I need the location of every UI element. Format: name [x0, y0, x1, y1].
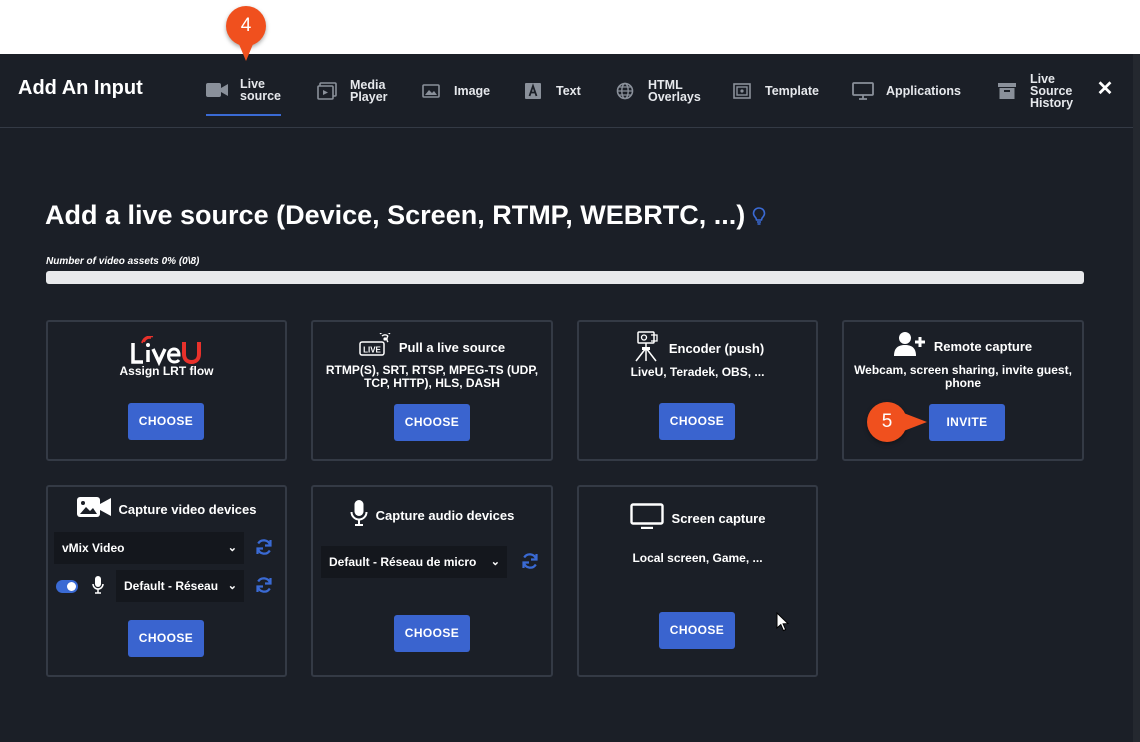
audio-choose-button[interactable]: CHOOSE — [394, 615, 470, 652]
refresh-icon[interactable] — [255, 576, 273, 594]
live-broadcast-icon: LIVE — [359, 331, 391, 362]
add-user-icon — [893, 331, 926, 362]
card-title: Pull a live source — [398, 340, 506, 355]
tripod-camera-icon — [631, 330, 661, 367]
card-title: Screen capture — [671, 511, 766, 526]
tab-label: Text — [556, 84, 581, 98]
tab-label: Template — [765, 84, 819, 98]
microphone-icon — [92, 576, 104, 599]
svg-text:LIVE: LIVE — [363, 346, 381, 355]
liveu-choose-button[interactable]: CHOOSE — [128, 403, 204, 440]
tab-label: Applications — [886, 84, 962, 98]
step-marker-5: 5 — [867, 402, 927, 442]
chevron-down-icon: ⌄ — [227, 580, 237, 592]
card-screen-capture: Screen capture Local screen, Game, ... C… — [577, 485, 818, 677]
progress-label: Number of video assets 0% (0\8) — [46, 256, 200, 267]
microphone-icon — [350, 500, 368, 531]
card-header: Screen capture — [579, 503, 816, 534]
tab-template[interactable]: Template — [731, 66, 819, 116]
encoder-choose-button[interactable]: CHOOSE — [659, 403, 735, 440]
lightbulb-icon[interactable] — [752, 207, 766, 230]
video-device-select[interactable]: vMix Video ⌄ — [54, 532, 244, 564]
scrollbar[interactable] — [1133, 54, 1140, 742]
video-camera-icon — [76, 495, 111, 524]
card-header: LIVE Pull a live source — [313, 331, 551, 362]
tab-label: HTML Overlays — [648, 78, 701, 104]
chevron-down-icon: ⌄ — [227, 542, 237, 554]
card-title: Encoder (push) — [668, 341, 765, 356]
card-header: Capture audio devices — [313, 500, 551, 531]
card-header: Encoder (push) — [579, 330, 816, 367]
template-icon — [731, 80, 753, 102]
add-input-modal: Add An Input Live source Media Player Im… — [0, 54, 1140, 742]
audio-device-select[interactable]: Default - Réseau ⌄ — [116, 570, 244, 602]
archive-icon — [996, 80, 1018, 102]
select-value: Default - Réseau de micro — [329, 555, 477, 569]
audio-toggle[interactable] — [56, 580, 78, 593]
card-subtitle: Local screen, Game, ... — [632, 551, 763, 565]
card-title: Capture audio devices — [375, 508, 515, 523]
camera-icon — [206, 79, 228, 101]
invite-button[interactable]: INVITE — [929, 404, 1005, 441]
card-encoder-push: Encoder (push) LiveU, Teradek, OBS, ... … — [577, 320, 818, 461]
card-header: Capture video devices — [48, 495, 285, 524]
chevron-down-icon: ⌄ — [490, 556, 500, 568]
card-pull-live-source: LIVE Pull a live source RTMP(S), SRT, RT… — [311, 320, 553, 461]
tab-image[interactable]: Image — [420, 66, 490, 116]
monitor-icon — [852, 80, 874, 102]
globe-icon — [614, 80, 636, 102]
card-header: Remote capture — [844, 331, 1082, 362]
card-title: Remote capture — [933, 339, 1033, 354]
modal-title: Add An Input — [18, 77, 143, 99]
select-value: Default - Réseau — [124, 579, 219, 593]
refresh-icon[interactable] — [521, 552, 539, 570]
tab-label: Media Player — [350, 78, 388, 104]
tab-label: Image — [454, 84, 491, 98]
card-capture-video-devices: Capture video devices vMix Video ⌄ Defau… — [46, 485, 287, 677]
liveu-logo — [48, 336, 285, 366]
page-heading: Add a live source (Device, Screen, RTMP,… — [45, 200, 746, 230]
video-choose-button[interactable]: CHOOSE — [128, 620, 204, 657]
card-subtitle: Webcam, screen sharing, invite guest, ph… — [854, 363, 1072, 390]
tab-label: Live source — [240, 77, 281, 103]
refresh-icon[interactable] — [255, 538, 273, 556]
tab-applications[interactable]: Applications — [852, 66, 961, 116]
audio-device-select[interactable]: Default - Réseau de micro ⌄ — [321, 546, 507, 578]
tab-html-overlays[interactable]: HTML Overlays — [614, 66, 701, 116]
card-capture-audio-devices: Capture audio devices Default - Réseau d… — [311, 485, 553, 677]
media-player-icon — [316, 80, 338, 102]
text-icon — [522, 80, 544, 102]
pull-choose-button[interactable]: CHOOSE — [394, 404, 470, 441]
card-subtitle: Assign LRT flow — [119, 364, 214, 378]
select-value: vMix Video — [62, 541, 125, 555]
tab-live-source[interactable]: Live source — [206, 66, 281, 116]
card-title: Capture video devices — [118, 502, 257, 517]
card-liveu: Assign LRT flow CHOOSE — [46, 320, 287, 461]
card-subtitle: RTMP(S), SRT, RTSP, MPEG-TS (UDP, TCP, H… — [325, 363, 539, 390]
mouse-cursor-icon — [776, 611, 790, 637]
step-marker-4: 4 — [226, 6, 266, 61]
tab-text[interactable]: Text — [522, 66, 581, 116]
modal-header: Add An Input Live source Media Player Im… — [0, 54, 1140, 128]
card-subtitle: LiveU, Teradek, OBS, ... — [630, 365, 765, 379]
monitor-icon — [629, 503, 664, 534]
close-button[interactable]: ✕ — [1094, 78, 1116, 100]
image-icon — [420, 80, 442, 102]
tab-media-player[interactable]: Media Player — [316, 66, 388, 116]
tab-live-source-history[interactable]: Live Source History — [996, 66, 1073, 116]
screen-choose-button[interactable]: CHOOSE — [659, 612, 735, 649]
tab-label: Live Source History — [1030, 72, 1074, 110]
progress-bar — [46, 271, 1084, 284]
